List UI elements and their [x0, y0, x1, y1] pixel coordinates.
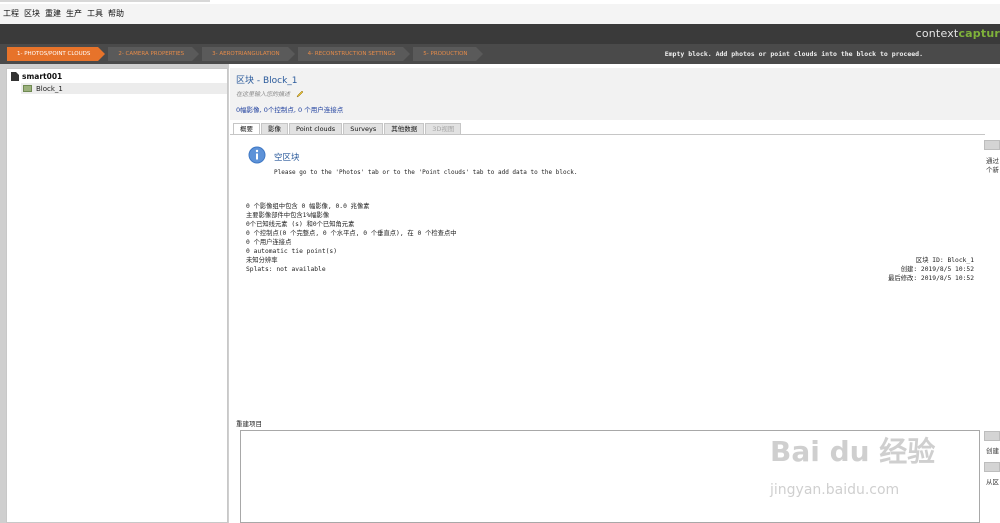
- watermark-sub: jingyan.baidu.com: [770, 482, 900, 498]
- info-icon: [248, 146, 266, 164]
- step-production[interactable]: 5- PRODUCTION: [413, 47, 483, 61]
- brand-logo: contextcaptur: [915, 27, 1000, 40]
- menu-production[interactable]: 生产: [66, 8, 82, 19]
- project-tree: smart001 Block_1: [6, 68, 228, 523]
- side-button-from-block[interactable]: [984, 462, 1000, 472]
- project-file-icon: [11, 72, 19, 81]
- side-text-3: 创建: [986, 447, 999, 455]
- stat-line: 0 个控制点(0 个完整点, 0 个水平点, 0 个垂直点), 在 0 个检查点…: [246, 230, 457, 237]
- block-statistics: 0 个影像组中包含 0 幅影像, 0.0 兆像素 主要影像部件中包含1%幅影像 …: [246, 202, 457, 274]
- step-aerotriangulation[interactable]: 3- AEROTRIANGULATION: [202, 47, 295, 61]
- watermark-main: Bai du 经验: [770, 435, 936, 468]
- side-text-4: 从区: [986, 478, 999, 486]
- stat-line: 主要影像部件中包含1%幅影像: [246, 212, 330, 219]
- block-icon: [23, 85, 32, 92]
- tab-surveys[interactable]: Surveys: [343, 123, 384, 134]
- brand-bar: [0, 24, 1000, 44]
- reconstructions-label: 重建项目: [236, 420, 262, 428]
- side-button-top[interactable]: [984, 140, 1000, 150]
- baidu-watermark: Bai du 经验 jingyan.baidu.com: [770, 430, 970, 510]
- stat-line: 0 个影像组中包含 0 幅影像, 0.0 兆像素: [246, 203, 370, 210]
- stat-line: 未知分辨率: [246, 257, 278, 264]
- block-title: 区块 - Block_1: [236, 76, 298, 86]
- menu-block[interactable]: 区块: [24, 8, 40, 19]
- step-camera-properties[interactable]: 2- CAMERA PROPERTIES: [108, 47, 199, 61]
- tab-photos[interactable]: 影像: [261, 123, 288, 134]
- step-reconstruction-settings[interactable]: 4- RECONSTRUCTION SETTINGS: [297, 47, 410, 61]
- created-date: 创建: 2019/8/5 10:52: [900, 266, 974, 273]
- application-window: 工程 区块 重建 生产 工具 帮助 contextcaptur 1- PHOTO…: [0, 0, 1000, 523]
- menu-bar: 工程 区块 重建 生产 工具 帮助: [0, 4, 1000, 23]
- stat-line: Splats: not available: [246, 266, 326, 273]
- tab-general[interactable]: 概要: [233, 123, 260, 134]
- tabs-divider: [230, 134, 985, 135]
- menu-reconstruction[interactable]: 重建: [45, 8, 61, 19]
- side-text-2: 个新: [986, 166, 999, 174]
- stat-line: 0 automatic tie point(s): [246, 248, 337, 255]
- tree-item-label: Block_1: [36, 84, 63, 93]
- menu-tools[interactable]: 工具: [87, 8, 103, 19]
- description-placeholder: 在这里输入您的描述: [236, 91, 291, 98]
- block-header: 区块 - Block_1 在这里输入您的描述 0幅影像, 0个控制点, 0 个用…: [230, 68, 1000, 120]
- empty-block-hint: Please go to the 'Photos' tab or to the …: [274, 169, 578, 176]
- stat-line: 0个已知线元素 (s) 和0个已知角元素: [246, 221, 355, 228]
- tree-root-label: smart001: [22, 72, 63, 81]
- block-tabs: 概要 影像 Point clouds Surveys 其他数据 3D视图: [233, 123, 462, 134]
- tree-root-project[interactable]: smart001: [11, 72, 62, 81]
- status-message: Empty block. Add photos or point clouds …: [664, 50, 923, 58]
- tab-additional-data[interactable]: 其他数据: [384, 123, 425, 134]
- side-button-new-reconstruction[interactable]: [984, 431, 1000, 441]
- menu-help[interactable]: 帮助: [108, 8, 124, 19]
- tab-point-clouds[interactable]: Point clouds: [289, 123, 343, 134]
- empty-block-title: 空区块: [274, 153, 300, 163]
- tree-item-block[interactable]: Block_1: [21, 83, 227, 94]
- modified-date: 最后修改: 2019/8/5 10:52: [888, 275, 974, 282]
- block-metadata: 区块 ID: Block_1 创建: 2019/8/5 10:52 最后修改: …: [888, 256, 974, 283]
- tab-3d-view: 3D视图: [425, 123, 462, 134]
- block-id: 区块 ID: Block_1: [915, 257, 974, 264]
- edit-pencil-icon[interactable]: [296, 90, 304, 98]
- block-description-field[interactable]: 在这里输入您的描述: [236, 89, 304, 98]
- step-photos[interactable]: 1- PHOTOS/POINT CLOUDS: [7, 47, 106, 61]
- block-summary: 0幅影像, 0个控制点, 0 个用户连接点: [236, 106, 344, 114]
- menu-project[interactable]: 工程: [3, 8, 19, 19]
- stat-line: 0 个用户连接点: [246, 239, 292, 246]
